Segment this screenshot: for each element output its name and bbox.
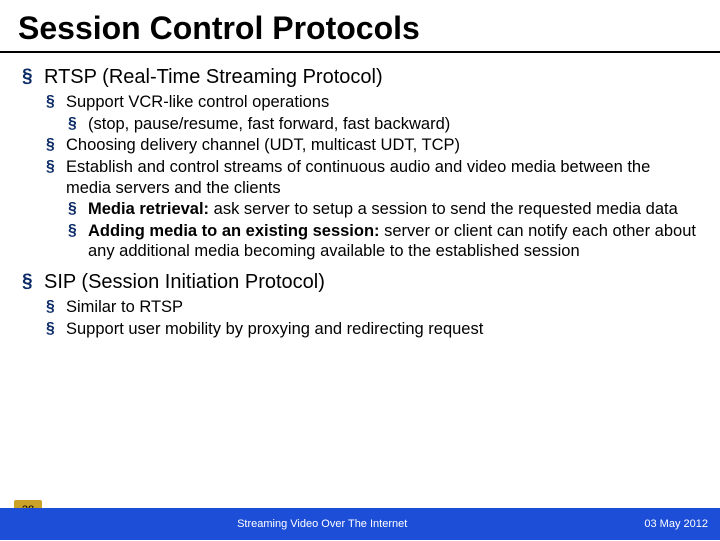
rtsp-bullet-adding-media: Adding media to an existing session: ser… xyxy=(22,221,698,262)
rtsp-heading: RTSP (Real-Time Streaming Protocol) xyxy=(22,65,698,90)
sip-bullet-mobility: Support user mobility by proxying and re… xyxy=(22,319,698,340)
rtsp-bullet-media-retrieval: Media retrieval: ask server to setup a s… xyxy=(22,199,698,220)
footer-caption: Streaming Video Over The Internet xyxy=(0,518,644,530)
footer-bar: Streaming Video Over The Internet 03 May… xyxy=(0,508,720,540)
sip-bullet-similar: Similar to RTSP xyxy=(22,297,698,318)
rtsp-bullet-vcr-ops: (stop, pause/resume, fast forward, fast … xyxy=(22,114,698,135)
slide-title: Session Control Protocols xyxy=(0,0,720,51)
adding-media-label: Adding media to an existing session: xyxy=(88,222,380,240)
media-retrieval-label: Media retrieval: xyxy=(88,200,209,218)
media-retrieval-text: ask server to setup a session to send th… xyxy=(209,200,678,218)
slide-body: RTSP (Real-Time Streaming Protocol) Supp… xyxy=(0,61,720,508)
rtsp-bullet-vcr: Support VCR-like control operations xyxy=(22,92,698,113)
rtsp-bullet-delivery: Choosing delivery channel (UDT, multicas… xyxy=(22,135,698,156)
sip-heading: SIP (Session Initiation Protocol) xyxy=(22,270,698,295)
footer-date: 03 May 2012 xyxy=(644,518,720,530)
title-divider xyxy=(0,51,720,53)
rtsp-bullet-establish: Establish and control streams of continu… xyxy=(22,157,698,198)
